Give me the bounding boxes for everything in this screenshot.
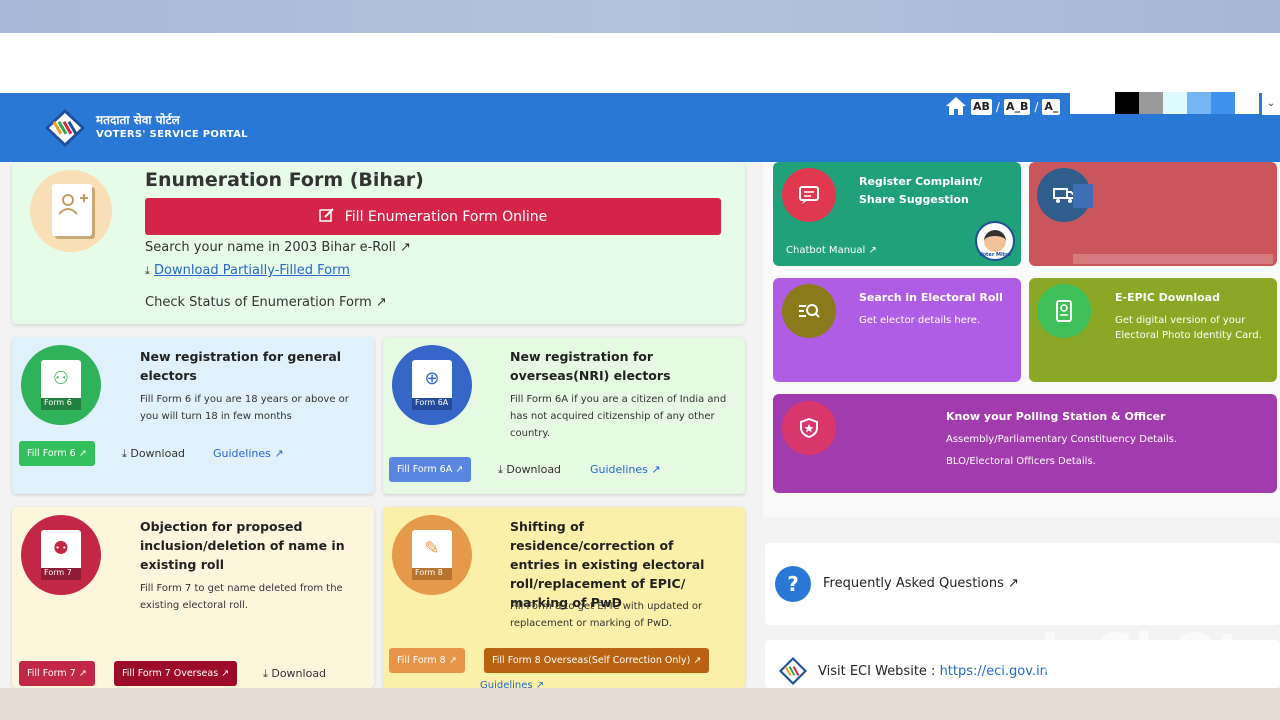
font-size-small-button[interactable]: AB	[971, 99, 992, 115]
question-icon: ?	[775, 566, 811, 602]
header-toolbar: AB / A_B / A_	[945, 96, 1061, 119]
fill-form8-overseas-button[interactable]: Fill Form 8 Overseas(Self Correction Onl…	[484, 648, 710, 673]
visit-eci-text: Visit ECI Website : https://eci.gov.in	[818, 664, 1048, 679]
portal-logo[interactable]	[44, 108, 86, 148]
search-electoral-roll-title: Search in Electoral Roll	[859, 291, 1003, 304]
voter-mitra-label: Voter Mitra	[979, 252, 1011, 258]
form8-icon-label: Form 8	[412, 568, 452, 580]
add-user-icon: ⚇	[52, 368, 70, 389]
swatch-gray[interactable]	[1139, 92, 1163, 114]
form6a-title: New registration for overseas(NRI) elect…	[510, 349, 671, 383]
search-list-icon	[782, 284, 836, 338]
white-band	[0, 33, 1280, 93]
swatch-white[interactable]	[1070, 92, 1115, 114]
voter-mitra-badge[interactable]: Voter Mitra	[975, 221, 1015, 261]
form8-description: Fill Form 8 to get EPIC with updated or …	[510, 601, 703, 629]
form6-icon: ⚇ Form 6	[21, 345, 101, 425]
check-status-link[interactable]: Check Status of Enumeration Form ↗	[145, 295, 387, 310]
download-partially-filled-link[interactable]: ⤓ Download Partially-Filled Form	[145, 263, 350, 278]
search-electoral-roll-sub: Get elector details here.	[859, 315, 981, 326]
form6a-download-label: Download	[506, 463, 562, 476]
blurred-bar	[1073, 254, 1273, 264]
form6-download-link[interactable]: ⤓ Download	[122, 447, 185, 461]
form7-icon-label: Form 7	[41, 568, 81, 580]
chat-icon	[782, 168, 836, 222]
form6a-description: Fill Form 6A if you are a citizen of Ind…	[510, 394, 727, 439]
brand-hindi: मतदाता सेवा पोर्टल	[96, 113, 180, 127]
font-size-large-button[interactable]: A_	[1042, 99, 1061, 115]
register-complaint-title: Register Complaint/ Share Suggestion	[859, 175, 983, 206]
eci-logo-icon	[778, 656, 808, 686]
fill-form6a-button[interactable]: Fill Form 6A ↗	[389, 457, 472, 482]
bottom-band	[0, 688, 1280, 720]
form6a-download-link[interactable]: ⤓ Download	[498, 463, 561, 477]
polling-station-line1: Assembly/Parliamentary Constituency Deta…	[946, 434, 1178, 445]
top-band	[0, 0, 1280, 33]
form6a-guidelines-link[interactable]: Guidelines ↗	[590, 463, 661, 476]
fill-form7-overseas-button[interactable]: Fill Form 7 Overseas ↗	[114, 661, 238, 686]
download-icon: ⤓	[145, 264, 150, 277]
separator: /	[995, 100, 1000, 114]
e-epic-download-sub: Get digital version of your Electoral Ph…	[1115, 315, 1262, 341]
fill-form7-button[interactable]: Fill Form 7 ↗	[19, 661, 95, 686]
form8-icon: ✎ Form 8	[392, 515, 472, 595]
faq-link[interactable]: Frequently Asked Questions ↗	[823, 576, 1019, 591]
home-icon[interactable]	[945, 96, 967, 119]
form7-title: Objection for proposed inclusion/deletio…	[140, 519, 345, 572]
polling-station-title: Know your Polling Station & Officer	[946, 410, 1166, 423]
polling-station-line2: BLO/Electoral Officers Details.	[946, 456, 1096, 467]
form7-description: Fill Form 7 to get name deleted from the…	[140, 583, 343, 611]
fill-form6-button[interactable]: Fill Form 6 ↗	[19, 441, 95, 466]
chatbot-avatar-icon	[984, 230, 1006, 252]
visit-eci-label: Visit ECI Website :	[818, 664, 940, 679]
fill-enumeration-label: Fill Enumeration Form Online	[344, 208, 548, 225]
font-size-medium-button[interactable]: A_B	[1003, 99, 1031, 115]
edit-icon	[319, 207, 335, 227]
edit-doc-icon: ✎	[424, 538, 440, 559]
swatch-blue[interactable]	[1211, 92, 1235, 114]
theme-swatches	[1070, 92, 1259, 114]
shield-star-icon	[782, 401, 836, 455]
enumeration-form-icon	[30, 170, 112, 252]
form6-download-label: Download	[130, 447, 186, 460]
brand-english: VOTERS' SERVICE PORTAL	[96, 129, 248, 140]
globe-icon: ⊕	[424, 368, 440, 389]
blurred-block	[1073, 184, 1093, 208]
swatch-cyan[interactable]	[1163, 92, 1187, 114]
form6a-icon: ⊕ Form 6A	[392, 345, 472, 425]
id-card-icon	[1037, 284, 1091, 338]
chevron-down-icon: ⌄	[1266, 98, 1276, 109]
swatch-white-2[interactable]	[1235, 92, 1259, 114]
form8-guidelines-link[interactable]: Guidelines ↗	[480, 680, 544, 688]
fill-enumeration-button[interactable]: Fill Enumeration Form Online	[145, 198, 721, 235]
form6-title: New registration for general electors	[140, 349, 342, 383]
form6-guidelines-link[interactable]: Guidelines ↗	[213, 447, 284, 460]
eci-website-link[interactable]: https://eci.gov.in	[940, 664, 1048, 679]
chatbot-manual-link[interactable]: Chatbot Manual ↗	[786, 243, 877, 258]
fill-form8-button[interactable]: Fill Form 8 ↗	[389, 648, 465, 673]
form6-description: Fill Form 6 if you are 18 years or above…	[140, 394, 349, 422]
form6a-icon-label: Form 6A	[412, 398, 452, 410]
remove-user-icon: ⚉	[52, 538, 70, 559]
download-partially-filled-label: Download Partially-Filled Form	[154, 263, 350, 278]
enumeration-title: Enumeration Form (Bihar)	[145, 169, 424, 191]
search-2003-eroll-link[interactable]: Search your name in 2003 Bihar e-Roll ↗	[145, 240, 411, 255]
separator: /	[1034, 100, 1039, 114]
form7-download-link[interactable]: ⤓ Download	[263, 667, 326, 681]
form7-icon: ⚉ Form 7	[21, 515, 101, 595]
swatch-black[interactable]	[1115, 92, 1139, 114]
inshot-watermark: InShOt	[1040, 622, 1243, 685]
form7-download-label: Download	[271, 667, 327, 680]
e-epic-download-title: E-EPIC Download	[1115, 291, 1220, 304]
language-dropdown[interactable]: ⌄	[1262, 93, 1280, 115]
swatch-light-blue[interactable]	[1187, 92, 1211, 114]
form6-icon-label: Form 6	[41, 398, 81, 410]
